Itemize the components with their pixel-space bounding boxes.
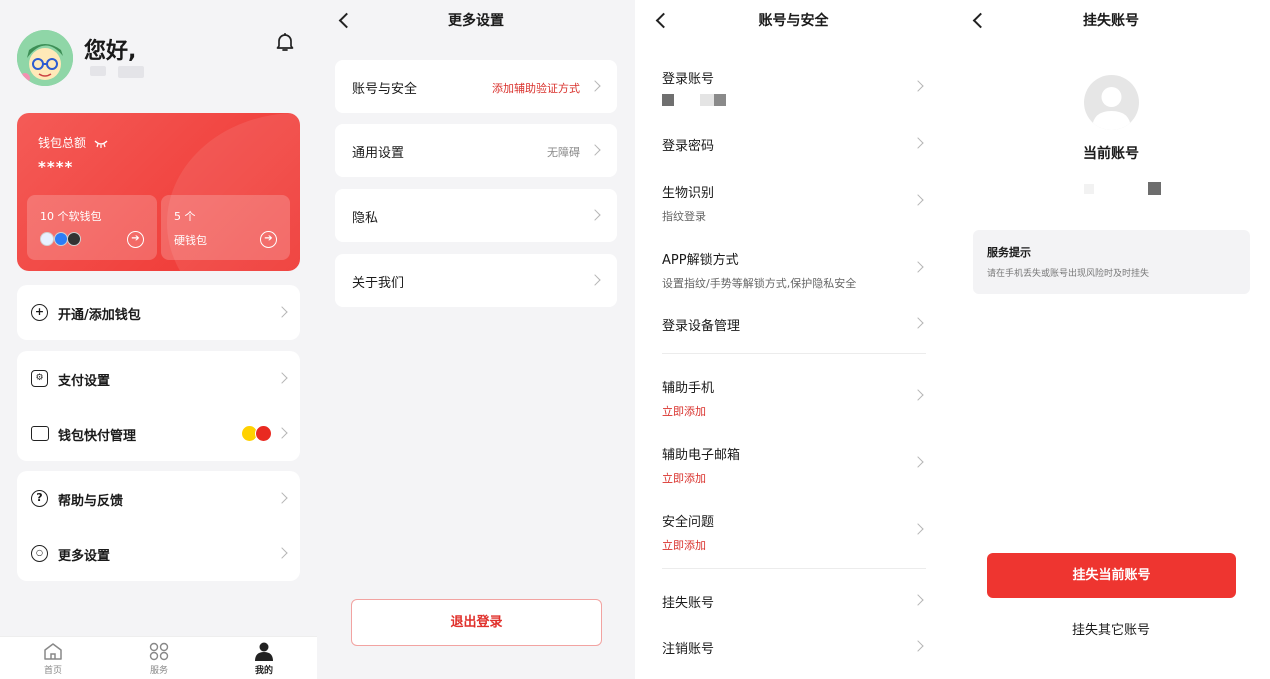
avatar-illustration [17, 30, 73, 86]
chevron-right-icon [276, 427, 288, 439]
add-wallet-card: + 开通/添加钱包 [17, 285, 300, 340]
menu-item-help[interactable]: ? 帮助与反馈 [17, 471, 300, 526]
merchant-icon [255, 425, 272, 442]
security-item-login-password[interactable]: 登录密码 [662, 135, 926, 154]
bottom-tab-bar: 首页 服务 我的 [0, 636, 317, 679]
menu-item-more-settings[interactable]: ○ 更多设置 [17, 526, 300, 581]
security-item-device-management[interactable]: 登录设备管理 [662, 315, 926, 334]
coin-icon [67, 232, 81, 246]
masked-username [90, 66, 106, 76]
masked-block [714, 94, 726, 106]
security-item-backup-phone[interactable]: 辅助手机 立即添加 [662, 377, 926, 419]
wallet-icon [31, 426, 49, 441]
chevron-right-icon [276, 372, 288, 384]
masked-account [662, 94, 926, 106]
hard-wallet-count: 5 个 [174, 210, 196, 223]
menu-item-quick-pay[interactable]: 钱包快付管理 [17, 406, 300, 461]
report-other-account-link[interactable]: 挂失其它账号 [952, 619, 1270, 638]
settings-item-value: 添加辅助验证方式 [492, 82, 580, 95]
tab-home[interactable]: 首页 [28, 642, 78, 676]
chevron-right-icon [276, 492, 288, 504]
logout-button[interactable]: 退出登录 [351, 599, 602, 646]
payment-card: ⚙ 支付设置 钱包快付管理 [17, 351, 300, 461]
page-title: 挂失账号 [1083, 13, 1139, 29]
report-current-account-button[interactable]: 挂失当前账号 [987, 553, 1236, 598]
help-icon: ? [31, 490, 48, 507]
settings-item-privacy[interactable]: 隐私 [335, 189, 617, 242]
settings-item-account-security[interactable]: 账号与安全 添加辅助验证方式 [335, 60, 617, 113]
plus-circle-icon: + [31, 304, 48, 321]
security-item-cancel-account[interactable]: 注销账号 [662, 638, 926, 657]
tip-body: 请在手机丢失或账号出现风险时及时挂失 [987, 269, 1150, 279]
help-settings-card: ? 帮助与反馈 ○ 更多设置 [17, 471, 300, 581]
chevron-right-icon [276, 547, 288, 559]
page-title: 更多设置 [448, 13, 504, 29]
payment-settings-icon: ⚙ [31, 370, 48, 387]
coin-icon [53, 232, 68, 246]
page-title: 账号与安全 [758, 13, 829, 29]
masked-username-part [118, 66, 144, 78]
soft-wallet-label: 10 个软钱包 [40, 210, 102, 223]
menu-item-add-wallet[interactable]: + 开通/添加钱包 [17, 285, 300, 340]
masked-block [1148, 182, 1161, 195]
wallet-summary-card[interactable]: 钱包总额 **** 10 个软钱包 ➔ 5 个 硬钱包 ➔ [17, 113, 300, 271]
masked-account [1084, 182, 1161, 196]
security-item-security-question[interactable]: 安全问题 立即添加 [662, 511, 926, 553]
report-loss-panel: 挂失账号 当前账号 服务提示 请在手机丢失或账号出现风险时及时挂失 挂失当前账号… [952, 0, 1270, 679]
arrow-right-circle-icon[interactable]: ➔ [127, 231, 144, 248]
greeting-text: 您好, [84, 39, 137, 64]
settings-item-about[interactable]: 关于我们 [335, 254, 617, 307]
security-item-app-unlock[interactable]: APP解锁方式 设置指纹/手势等解锁方式,保护隐私安全 [662, 249, 926, 291]
masked-block [1084, 184, 1094, 194]
security-item-backup-email[interactable]: 辅助电子邮箱 立即添加 [662, 444, 926, 486]
chevron-right-icon [589, 209, 601, 221]
grid-icon [149, 642, 169, 661]
user-icon [254, 642, 274, 661]
merchant-badge-icons [241, 425, 272, 446]
more-settings-panel: 更多设置 账号与安全 添加辅助验证方式 通用设置 无障碍 隐私 关于我们 退出登… [317, 0, 635, 679]
soft-wallet-box[interactable]: 10 个软钱包 ➔ [27, 195, 157, 260]
coin-icon [40, 232, 54, 246]
wallet-total-label: 钱包总额 [38, 134, 108, 151]
chevron-right-icon [589, 144, 601, 156]
masked-block [662, 94, 674, 106]
security-item-biometrics[interactable]: 生物识别 指纹登录 [662, 182, 926, 224]
chevron-right-icon [589, 274, 601, 286]
soft-wallet-coins [40, 232, 81, 246]
chevron-right-icon [276, 306, 288, 318]
current-account-label: 当前账号 [1083, 146, 1139, 162]
wallet-total-amount: **** [38, 158, 74, 176]
tip-title: 服务提示 [987, 246, 1031, 259]
hard-wallet-label: 硬钱包 [174, 234, 207, 247]
settings-item-value: 无障碍 [547, 146, 580, 159]
avatar[interactable] [17, 30, 73, 86]
arrow-right-circle-icon[interactable]: ➔ [260, 231, 277, 248]
chevron-right-icon [589, 80, 601, 92]
settings-item-general[interactable]: 通用设置 无障碍 [335, 124, 617, 177]
eye-closed-icon[interactable] [94, 137, 108, 151]
home-panel: 您好, 钱包总额 **** 10 个软钱包 ➔ 5 个 硬钱包 ➔ + 开通/添… [0, 0, 317, 679]
hard-wallet-box[interactable]: 5 个 硬钱包 ➔ [161, 195, 290, 260]
account-security-panel: 账号与安全 登录账号 登录密码 生物识别 指纹登录 APP解锁方式 设置指纹/手… [635, 0, 952, 679]
menu-item-payment-settings[interactable]: ⚙ 支付设置 [17, 351, 300, 406]
tab-mine[interactable]: 我的 [239, 642, 289, 676]
security-item-login-account[interactable]: 登录账号 [662, 68, 926, 106]
security-item-report-loss[interactable]: 挂失账号 [662, 592, 926, 611]
home-icon [43, 642, 63, 661]
tab-service[interactable]: 服务 [134, 642, 184, 676]
default-avatar-icon [1084, 75, 1139, 130]
settings-hexagon-icon: ○ [31, 545, 48, 562]
service-tip-box: 服务提示 请在手机丢失或账号出现风险时及时挂失 [973, 230, 1250, 294]
section-divider [662, 568, 926, 569]
masked-block [700, 94, 714, 106]
notification-bell-icon[interactable] [276, 32, 294, 52]
section-divider [662, 353, 926, 354]
